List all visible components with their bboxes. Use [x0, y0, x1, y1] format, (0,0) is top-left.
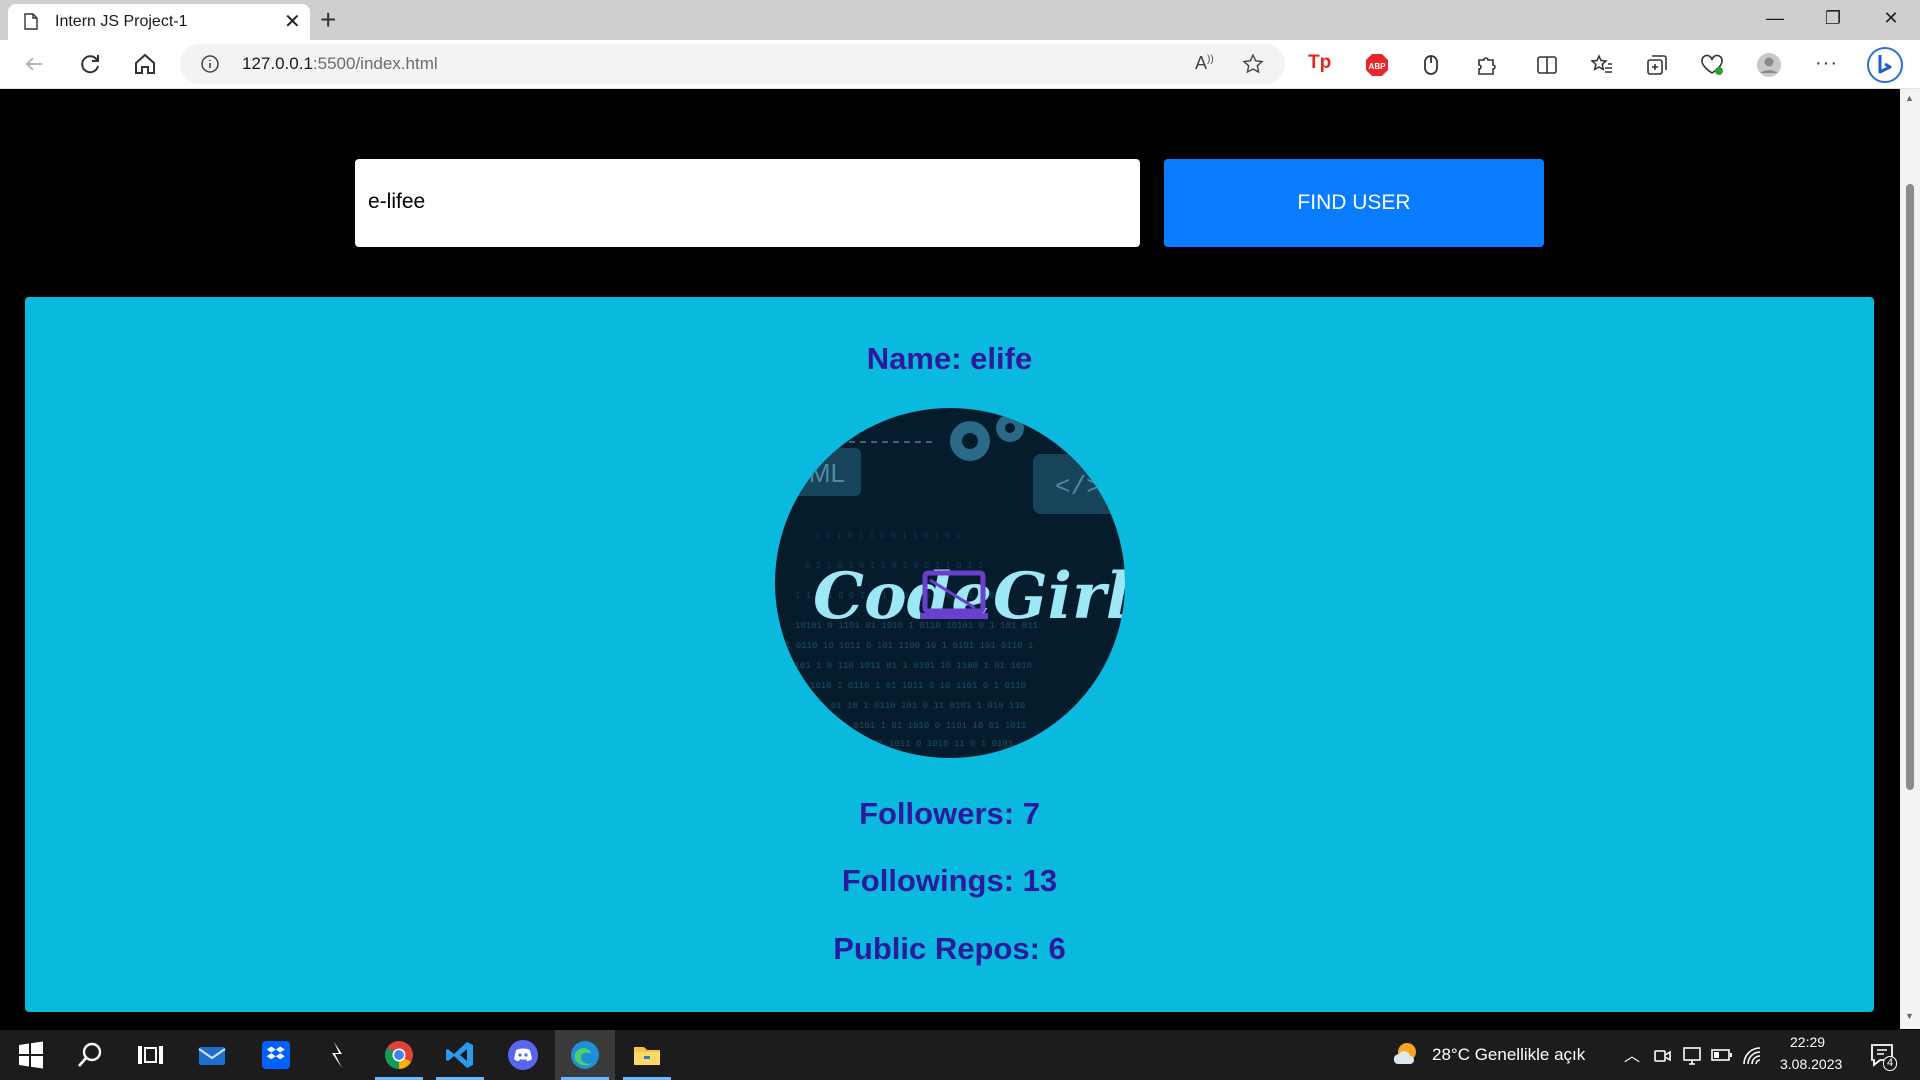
scroll-down-icon[interactable]: ▼	[1905, 1011, 1914, 1021]
windows-start-icon[interactable]	[15, 1039, 47, 1071]
task-view-icon[interactable]	[134, 1039, 166, 1071]
page-body: FIND USER Name: elife 10101 0 1101 01 10…	[0, 89, 1920, 1029]
favorites-icon[interactable]	[1589, 52, 1615, 78]
avatar-html-badge: TML	[793, 458, 845, 488]
battery-icon[interactable]	[1711, 1047, 1733, 1063]
wifi-icon[interactable]	[1741, 1045, 1763, 1067]
user-avatar: 10101 0 1101 01 1010 1 0110 10101 0 1 10…	[775, 408, 1125, 758]
new-tab-icon[interactable]: +	[320, 6, 336, 34]
vscode-icon[interactable]	[444, 1039, 476, 1071]
svg-text:11 0 1010 1 0110 1 01 1011 0 1: 11 0 1010 1 0110 1 01 1011 0 10 1101 0 1…	[783, 681, 1026, 691]
read-aloud-icon[interactable]: A))	[1195, 53, 1214, 74]
collections-icon[interactable]	[1644, 52, 1670, 78]
file-explorer-icon[interactable]	[631, 1039, 663, 1071]
more-menu-icon[interactable]: ···	[1815, 52, 1841, 78]
clock-date[interactable]: 3.08.2023	[1780, 1056, 1842, 1072]
weather-icon[interactable]	[1390, 1038, 1420, 1068]
profile-name: Name: elife	[866, 341, 1033, 376]
tab-intern-js-project[interactable]: Intern JS Project-1 ✕	[8, 4, 310, 40]
avatar-image: 10101 0 1101 01 1010 1 0110 10101 0 1 10…	[775, 408, 1125, 758]
bing-copilot-icon[interactable]	[1866, 46, 1904, 84]
edge-icon[interactable]	[569, 1039, 601, 1071]
info-icon[interactable]	[200, 54, 220, 74]
browser-toolbar: 127.0.0.1:5500/index.html A)) Tp ABP ···	[0, 40, 1920, 89]
find-user-button[interactable]: FIND USER	[1164, 159, 1544, 247]
close-tab-icon[interactable]: ✕	[284, 12, 301, 32]
scrollbar-thumb[interactable]	[1906, 184, 1914, 790]
svg-text:ABP: ABP	[1369, 62, 1387, 71]
refresh-icon[interactable]	[76, 50, 104, 78]
avatar-logo-code: Code	[813, 559, 992, 634]
tab-title: Intern JS Project-1	[55, 13, 188, 30]
address-bar[interactable]: 127.0.0.1:5500/index.html A))	[180, 44, 1285, 84]
extensions-puzzle-icon[interactable]	[1473, 52, 1499, 78]
split-screen-icon[interactable]	[1534, 52, 1560, 78]
restore-icon[interactable]: ❐	[1810, 8, 1856, 32]
followers-count: Followers: 7	[859, 796, 1040, 831]
tp-extension-icon[interactable]: Tp	[1308, 52, 1334, 78]
chevron-up-icon[interactable]: ︿	[1624, 1042, 1640, 1066]
notification-count-badge: 4	[1883, 1056, 1898, 1071]
document-icon	[24, 13, 38, 30]
close-window-icon[interactable]: ✕	[1868, 8, 1914, 32]
username-input[interactable]	[355, 159, 1118, 245]
avatar-logo-girl: Girl	[993, 559, 1125, 634]
favorite-star-icon[interactable]	[1242, 53, 1264, 75]
adblock-icon[interactable]: ABP	[1364, 52, 1390, 78]
svg-text:101 0 11 0101 1 01 1010 0 1101: 101 0 11 0101 1 01 1010 0 1101 10 01 101…	[805, 721, 1026, 731]
mouse-extension-icon[interactable]	[1418, 52, 1444, 78]
bolt-app-icon[interactable]	[322, 1039, 354, 1071]
svg-text:0110 1 01 1011 0 1010 11 0 1 0: 0110 1 01 1011 0 1010 11 0 1 0101	[835, 739, 1013, 749]
back-icon[interactable]	[20, 50, 48, 78]
discord-icon[interactable]	[507, 1039, 539, 1071]
windows-taskbar: 28°C Genellikle açık ︿ 22:29 3.08.2023 4	[0, 1030, 1920, 1080]
mail-icon[interactable]	[196, 1039, 228, 1071]
weather-text[interactable]: 28°C Genellikle açık	[1432, 1045, 1585, 1065]
avatar-code-badge: </>	[1055, 472, 1102, 502]
svg-text:1 0 1 0 1 1 0 0 1 1 0: 1 0 1 0 1 1 0 0 1 1 0 1 0 1	[815, 531, 961, 541]
followings-count: Followings: 13	[841, 863, 1058, 898]
scroll-up-icon[interactable]: ▲	[1905, 93, 1914, 103]
search-icon[interactable]	[74, 1039, 106, 1071]
url-text: 127.0.0.1:5500/index.html	[242, 54, 438, 73]
meet-icon[interactable]	[1652, 1046, 1672, 1066]
user-profile-card: Name: elife 10101 0 1101 01 1010 1 0110 …	[25, 297, 1874, 1012]
public-repos-count: Public Repos: 6	[833, 931, 1066, 966]
chrome-icon[interactable]	[383, 1039, 415, 1071]
page-scrollbar[interactable]: ▲ ▼	[1900, 89, 1920, 1029]
dropbox-icon[interactable]	[260, 1039, 292, 1071]
profile-avatar-icon[interactable]	[1756, 52, 1782, 78]
home-icon[interactable]	[131, 50, 159, 78]
clock-time[interactable]: 22:29	[1790, 1034, 1825, 1050]
svg-text:0101 1 0 110 1011 01 1 0101 10: 0101 1 0 110 1011 01 1 0101 10 1100 1 01…	[789, 661, 1032, 671]
performance-heart-icon[interactable]	[1699, 52, 1725, 78]
minimize-icon[interactable]: —	[1752, 8, 1798, 32]
browser-tab-bar: Intern JS Project-1 ✕ + — ❐ ✕	[0, 0, 1920, 40]
svg-text:0 1101 01 10 1 0110 101 0 11 0: 0 1101 01 10 1 0110 101 0 11 0101 1 010 …	[793, 701, 1025, 711]
display-icon[interactable]	[1681, 1045, 1703, 1067]
username-search-box[interactable]	[355, 159, 1140, 247]
svg-text:1 0110 10 1011 0 101 1100 10 1: 1 0110 10 1011 0 101 1100 10 1 0101 101 …	[785, 641, 1033, 651]
